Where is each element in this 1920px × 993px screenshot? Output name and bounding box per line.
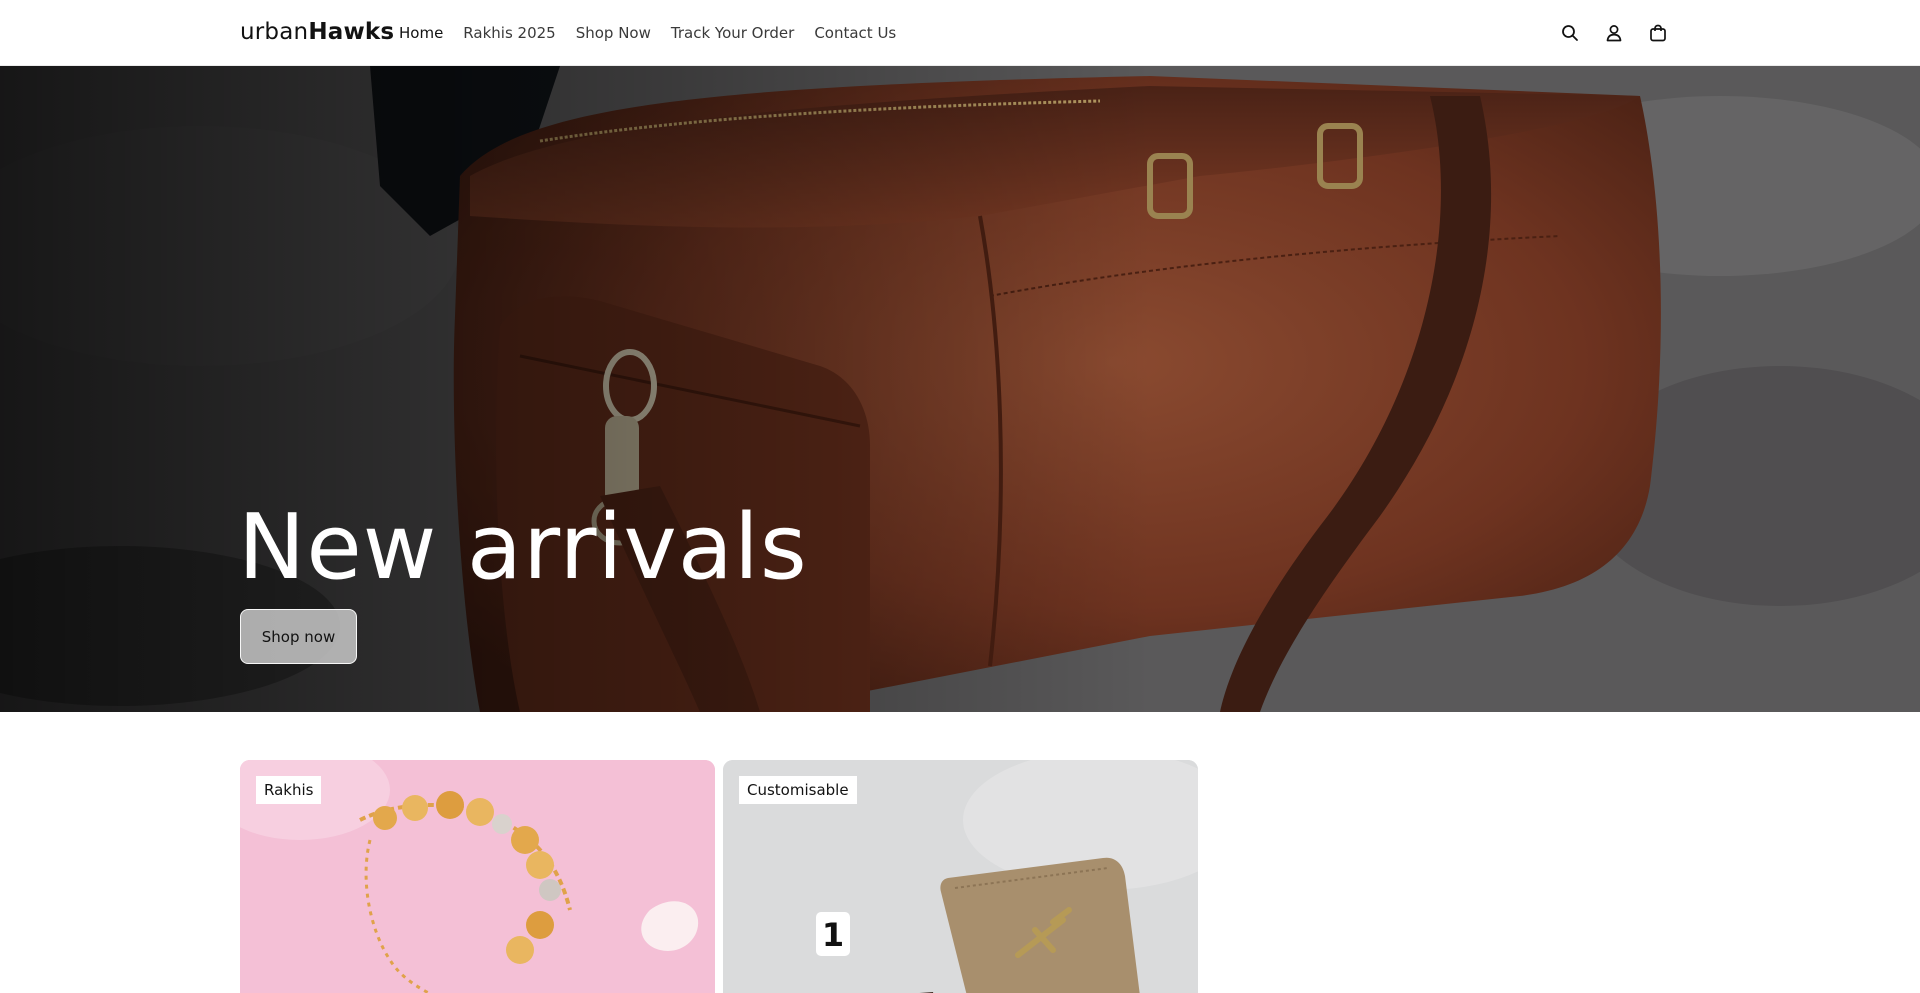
search-icon[interactable] [1558,20,1582,46]
nav-home[interactable]: Home [399,24,443,42]
hero-banner: New arrivals Shop now [0,66,1920,712]
main-nav: Home Rakhis 2025 Shop Now Track Your Ord… [399,0,896,66]
nav-shop-now[interactable]: Shop Now [576,24,651,42]
store-logo[interactable]: urbanHawks [240,19,394,45]
logo-bold-text: Hawks [308,19,395,45]
site-header: urbanHawks Home Rakhis 2025 Shop Now Tra… [0,0,1920,66]
cart-icon[interactable] [1646,20,1670,46]
shop-now-button[interactable]: Shop now [240,609,357,664]
nav-rakhis-2025[interactable]: Rakhis 2025 [463,24,555,42]
header-icons [1558,20,1670,46]
nav-contact-us[interactable]: Contact Us [814,24,896,42]
account-icon[interactable] [1602,20,1626,46]
svg-text:1: 1 [822,916,844,954]
collection-label: Customisable [739,776,857,804]
logo-light-text: urban [240,19,309,45]
nav-track-order[interactable]: Track Your Order [671,24,794,42]
collection-label: Rakhis [256,776,322,804]
collection-card-customisable[interactable]: 1 Customisable [723,760,1198,993]
collection-card-rakhis[interactable]: Rakhis [240,760,715,993]
hero-title: New arrivals [238,495,808,600]
